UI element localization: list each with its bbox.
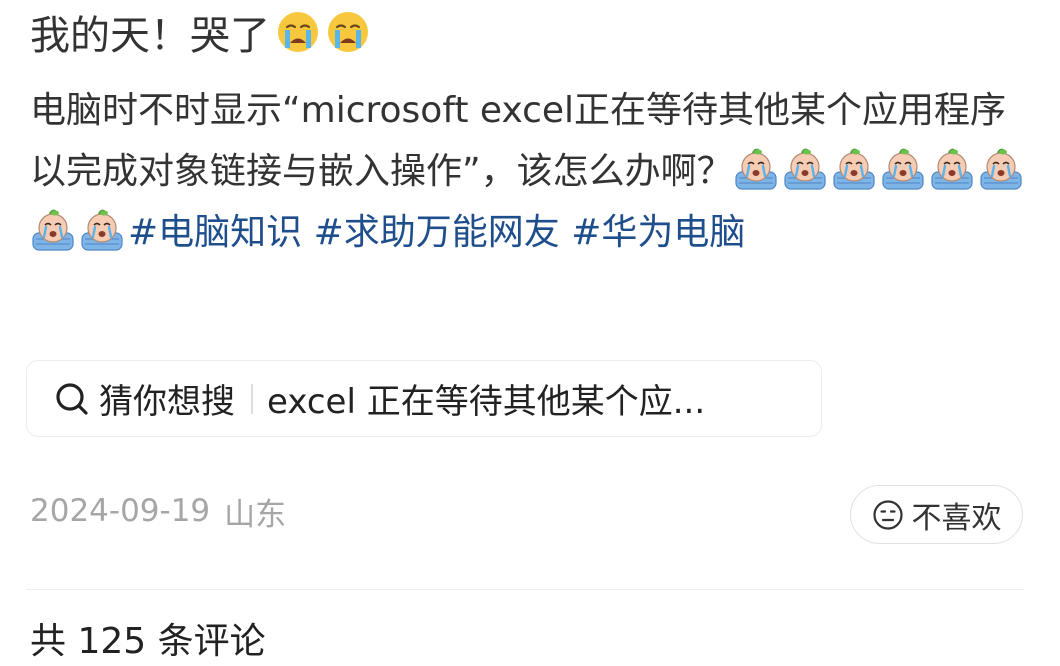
search-suggestion-query[interactable]: excel 正在等待其他某个应... — [267, 374, 705, 423]
crying-baby-sticker-icon — [784, 148, 826, 190]
search-suggestion-label: 猜你想搜 — [99, 382, 235, 422]
neutral-face-icon — [872, 499, 903, 530]
post-body: 电脑时不时显示“microsoft excel正在等待其他某个应用程序以完成对象… — [30, 80, 1030, 263]
crying-baby-sticker-icon — [980, 148, 1022, 190]
post-title: 我的天！哭了 — [30, 13, 270, 59]
dislike-label: 不喜欢 — [911, 500, 1002, 536]
topic-link-huawei-computer[interactable]: #华为电脑 — [571, 212, 745, 253]
search-divider — [251, 383, 253, 414]
crying-baby-sticker-icon — [833, 148, 875, 190]
comments-count-heading: 共 125 条评论 — [30, 621, 266, 662]
crying-face-icon — [328, 12, 368, 52]
post-date: 2024-09-19 — [30, 493, 211, 529]
crying-face-icon — [278, 12, 318, 52]
search-icon — [56, 382, 88, 415]
crying-baby-sticker-icon — [735, 148, 777, 190]
crying-baby-sticker-icon — [81, 209, 123, 251]
post-location: 山东 — [224, 496, 287, 533]
post-title-row: 我的天！哭了 — [30, 0, 370, 64]
topic-link-help-netizens[interactable]: #求助万能网友 — [314, 212, 560, 253]
topic-link-computer-knowledge[interactable]: #电脑知识 — [128, 212, 302, 253]
post-meta: 2024-09-19 山东 — [30, 487, 286, 535]
dislike-button[interactable]: 不喜欢 — [850, 485, 1023, 544]
search-suggestion-card[interactable]: 猜你想搜 excel 正在等待其他某个应... — [26, 360, 822, 437]
crying-baby-sticker-icon — [32, 209, 74, 251]
crying-baby-sticker-icon — [882, 148, 924, 190]
section-divider — [26, 589, 1024, 590]
crying-baby-sticker-icon — [931, 148, 973, 190]
